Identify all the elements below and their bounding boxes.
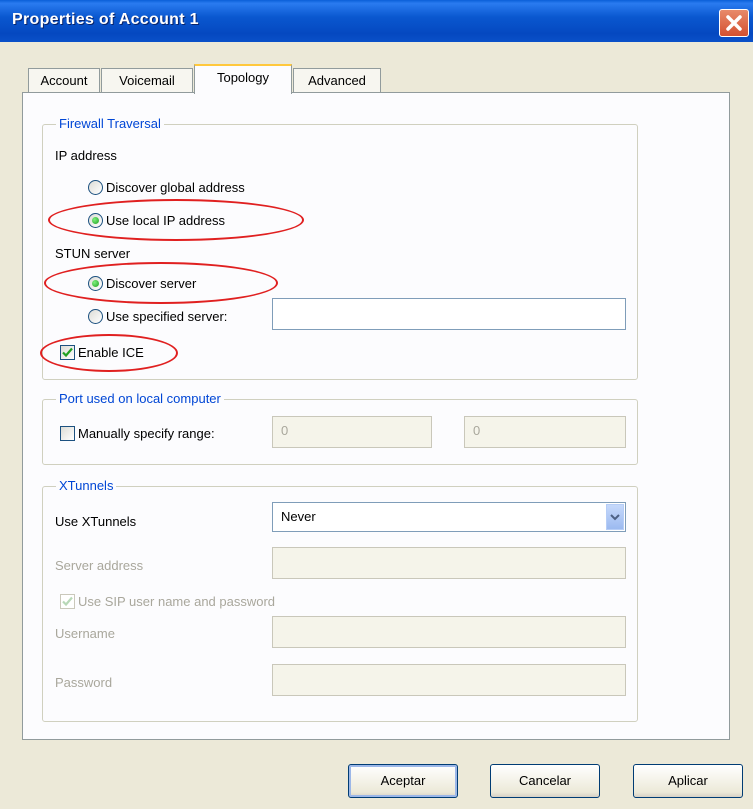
properties-dialog: Properties of Account 1 Account Voicemai… [0, 0, 753, 809]
server-address-label: Server address [55, 558, 144, 573]
ip-address-label: IP address [55, 148, 117, 163]
checkmark-icon [62, 347, 73, 358]
port-range-legend: Port used on local computer [56, 391, 224, 406]
use-sip-credentials-label[interactable]: Use SIP user name and password [78, 594, 275, 609]
chevron-down-icon [610, 514, 620, 521]
use-local-ip-label[interactable]: Use local IP address [106, 213, 225, 228]
use-sip-credentials-checkbox[interactable] [60, 594, 75, 609]
password-input[interactable] [272, 664, 626, 696]
enable-ice-checkbox[interactable] [60, 345, 75, 360]
apply-button[interactable]: Aplicar [633, 764, 743, 798]
firewall-traversal-group [42, 124, 638, 380]
close-x-icon [726, 15, 742, 31]
server-address-input[interactable] [272, 547, 626, 579]
tab-topology[interactable]: Topology [194, 64, 292, 94]
manually-specify-range-checkbox[interactable] [60, 426, 75, 441]
port-to-input[interactable]: 0 [464, 416, 626, 448]
tab-account[interactable]: Account [28, 68, 100, 92]
use-xtunnels-select[interactable]: Never [272, 502, 626, 532]
dropdown-button[interactable] [606, 504, 624, 530]
use-specified-server-label[interactable]: Use specified server: [106, 309, 227, 324]
xtunnels-legend: XTunnels [56, 478, 117, 493]
firewall-traversal-legend: Firewall Traversal [56, 116, 164, 131]
tab-voicemail[interactable]: Voicemail [101, 68, 193, 92]
tab-advanced[interactable]: Advanced [293, 68, 381, 92]
accept-button[interactable]: Aceptar [348, 764, 458, 798]
use-local-ip-radio[interactable] [88, 213, 103, 228]
use-specified-server-radio[interactable] [88, 309, 103, 324]
title-bar[interactable]: Properties of Account 1 [0, 0, 753, 42]
use-xtunnels-label: Use XTunnels [55, 514, 137, 529]
discover-server-radio[interactable] [88, 276, 103, 291]
port-from-input[interactable]: 0 [272, 416, 432, 448]
window-title: Properties of Account 1 [12, 11, 199, 28]
username-input[interactable] [272, 616, 626, 648]
username-label: Username [55, 626, 115, 641]
discover-global-label[interactable]: Discover global address [106, 180, 245, 195]
password-label: Password [55, 675, 113, 690]
discover-server-label[interactable]: Discover server [106, 276, 196, 291]
checkmark-icon [62, 596, 73, 607]
close-button[interactable] [719, 9, 749, 37]
stun-server-label: STUN server [55, 246, 131, 261]
cancel-button[interactable]: Cancelar [490, 764, 600, 798]
specified-server-input[interactable] [272, 298, 626, 330]
use-xtunnels-value: Never [281, 509, 316, 524]
enable-ice-label[interactable]: Enable ICE [78, 345, 144, 360]
discover-global-radio[interactable] [88, 180, 103, 195]
manually-specify-range-label[interactable]: Manually specify range: [78, 426, 215, 441]
